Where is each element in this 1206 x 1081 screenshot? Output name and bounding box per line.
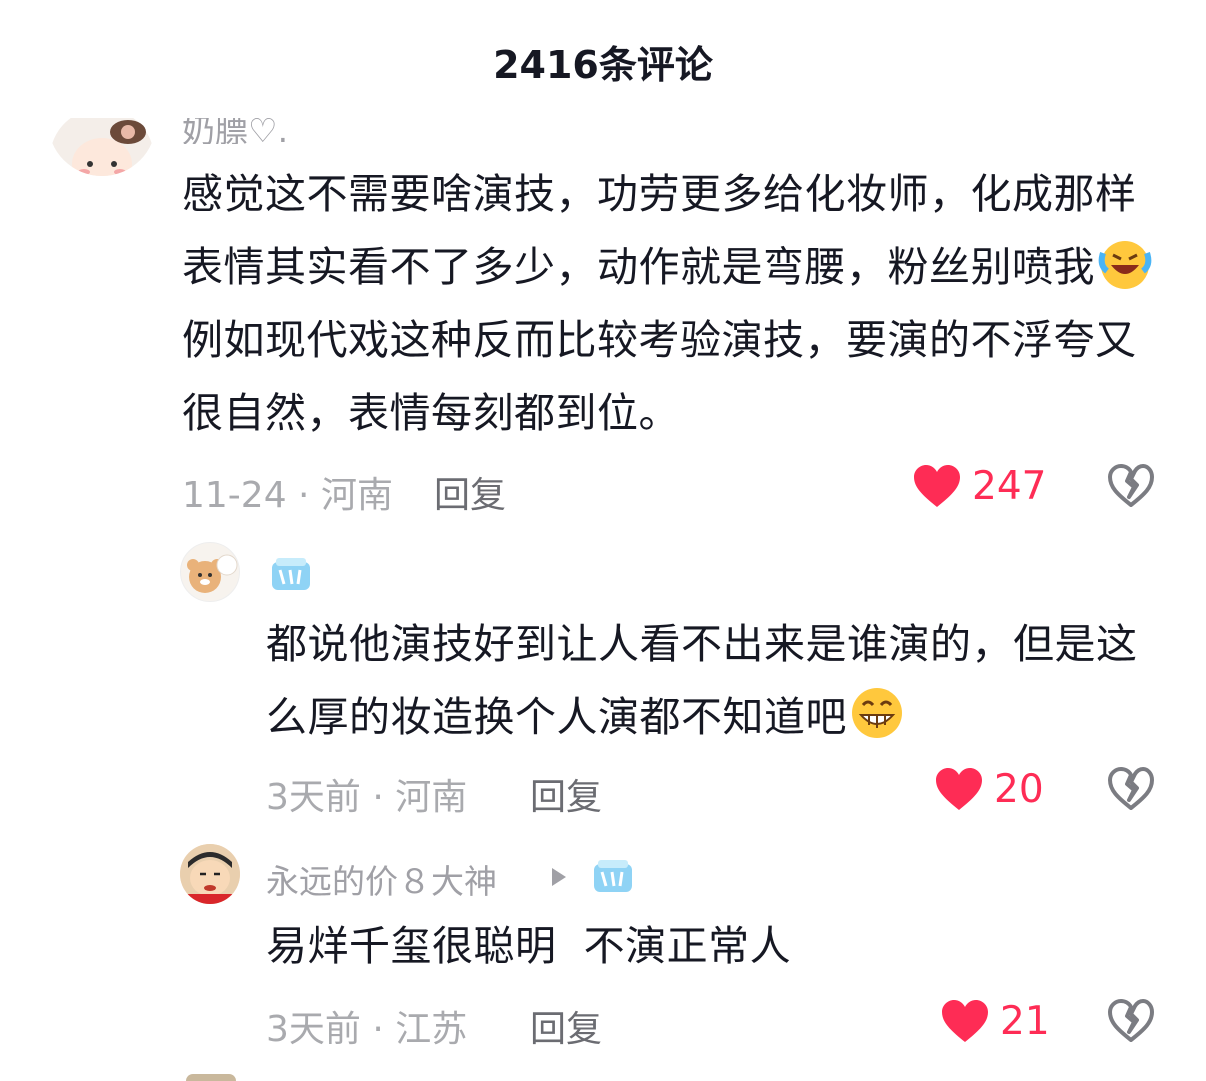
avatar[interactable] <box>48 118 156 176</box>
like-button[interactable]: 21 <box>940 998 1050 1044</box>
comment-text: 都说他演技好到让人看不出来是谁演的，但是这么厚的妆造换个人演都不知道吧 <box>266 608 1166 754</box>
comment-meta: 11-24 · 河南 <box>182 475 393 516</box>
comment-text-part: 例如现代戏这种反而比较考验演技，要演的不浮夸又很自然，表情每刻都到位。 <box>182 316 1137 437</box>
grinning-emoji-icon <box>852 688 902 738</box>
broken-heart-icon[interactable] <box>1107 998 1155 1044</box>
reply-button[interactable]: 回复 <box>434 466 506 518</box>
avatar[interactable] <box>180 844 240 904</box>
comment-count-title: 2416条评论 <box>493 43 713 87</box>
laughing-crying-emoji-icon <box>1098 241 1152 289</box>
like-count: 21 <box>1000 998 1050 1044</box>
comment-text-part: 都说他演技好到让人看不出来是谁演的，但是这么厚的妆造换个人演都不知道吧 <box>266 620 1138 741</box>
play-arrow-icon <box>552 868 566 886</box>
comments-panel: 2416条评论 奶膘♡. 感觉这不需要啥演技，功劳更多给化妆师，化成那样表情其实… <box>0 0 1206 1081</box>
heart-icon <box>936 768 982 810</box>
heart-icon <box>914 465 960 507</box>
comment-text: 易烊千玺很聪明 不演正常人 <box>266 922 792 970</box>
username[interactable]: 永远的价８大神 <box>266 855 497 903</box>
like-count: 247 <box>972 463 1047 509</box>
avatar[interactable] <box>180 542 240 602</box>
comment-text-part: 感觉这不需要啥演技，功劳更多给化妆师，化成那样表情其实看不了多少，动作就是弯腰，… <box>182 170 1137 291</box>
comment-meta: 3天前 · 江苏 <box>266 1009 468 1050</box>
ice-cube-badge-icon <box>594 860 632 892</box>
broken-heart-icon[interactable] <box>1107 766 1155 812</box>
reply-button[interactable]: 回复 <box>530 1000 602 1052</box>
broken-heart-icon[interactable] <box>1107 463 1155 509</box>
username[interactable]: 奶膘♡. <box>182 118 288 144</box>
comment-meta: 3天前 · 河南 <box>266 777 468 818</box>
like-button[interactable]: 247 <box>912 463 1046 509</box>
ice-cube-badge-icon <box>272 558 310 590</box>
reply-button[interactable]: 回复 <box>530 768 602 820</box>
avatar[interactable] <box>186 1074 236 1081</box>
like-button[interactable]: 20 <box>934 766 1044 812</box>
heart-icon <box>942 1000 988 1042</box>
comment-text: 感觉这不需要啥演技，功劳更多给化妆师，化成那样表情其实看不了多少，动作就是弯腰，… <box>182 158 1162 450</box>
like-count: 20 <box>994 766 1044 812</box>
